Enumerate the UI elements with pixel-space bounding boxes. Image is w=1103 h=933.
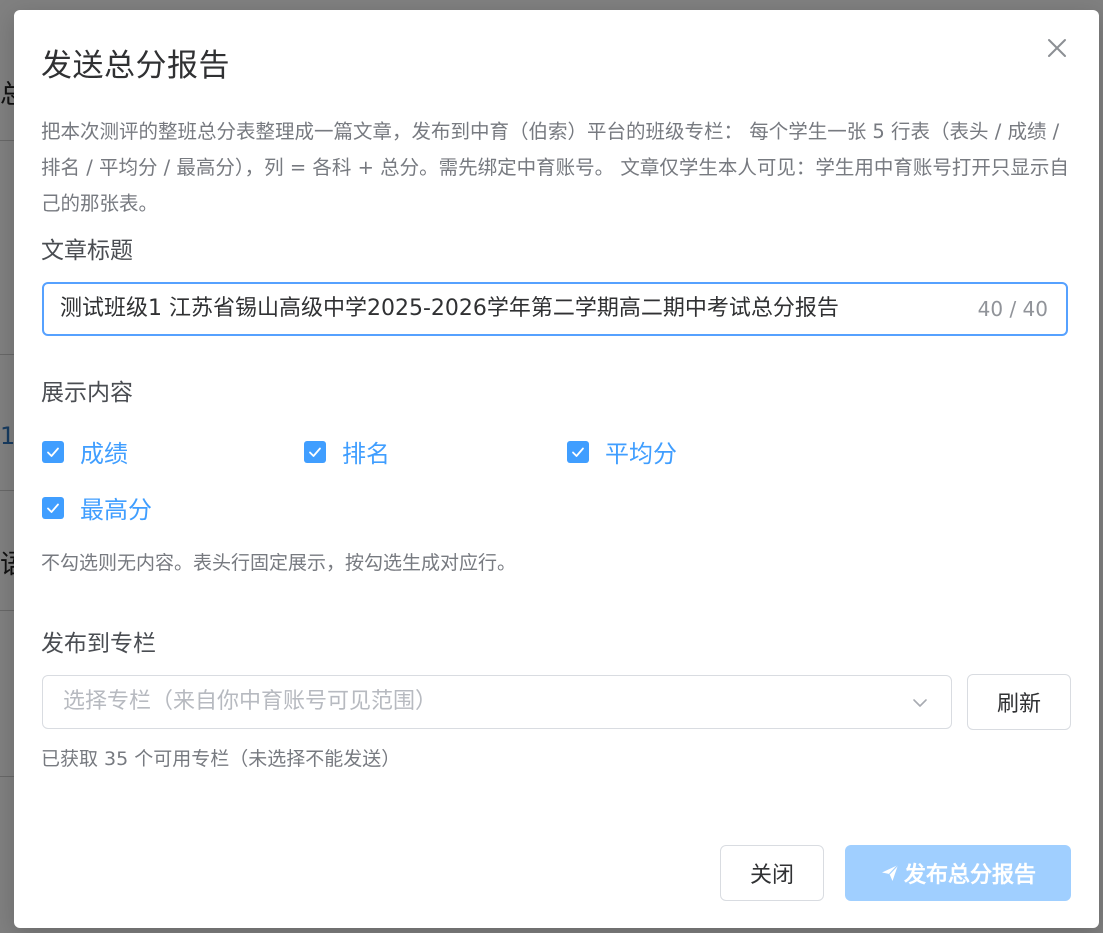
article-title-field[interactable]: 测试班级1 江苏省锡山高级中学2025-2026学年第二学期高二期中考试总分报告… (42, 282, 1068, 336)
column-select-placeholder[interactable]: 选择专栏（来自你中育账号可见范围） (63, 676, 437, 728)
checkbox-label[interactable]: 排名 (342, 434, 390, 469)
checkbox-label[interactable]: 成绩 (80, 434, 128, 469)
article-title-value[interactable]: 测试班级1 江苏省锡山高级中学2025-2026学年第二学期高二期中考试总分报告 (60, 284, 940, 334)
dialog-description: 把本次测评的整班总分表整理成一篇文章，发布到中育（伯索）平台的班级专栏： 每个学… (41, 120, 1069, 215)
article-title-label: 文章标题 (41, 238, 133, 264)
display-content-hint: 不勾选则无内容。表头行固定展示，按勾选生成对应行。 (41, 552, 517, 574)
publish-column-label: 发布到专栏 (41, 631, 156, 657)
checkbox-average[interactable]: 平均分 (567, 434, 677, 469)
checkmark-icon[interactable] (304, 440, 326, 463)
close-icon[interactable] (1045, 36, 1069, 60)
send-report-dialog: 发送总分报告 把本次测评的整班总分表整理成一篇文章，发布到中育（伯索）平台的班级… (14, 10, 1099, 928)
checkbox-max-score[interactable]: 最高分 (42, 490, 152, 525)
checkmark-icon[interactable] (42, 440, 64, 463)
display-content-label: 展示内容 (41, 380, 133, 406)
send-icon (881, 864, 899, 881)
checkbox-score[interactable]: 成绩 (42, 434, 128, 469)
checkbox-label[interactable]: 平均分 (605, 434, 677, 469)
chevron-down-icon[interactable] (911, 694, 929, 712)
publish-button-label[interactable]: 发布总分报告 (904, 857, 1036, 889)
checkmark-icon[interactable] (567, 440, 589, 463)
checkbox-rank[interactable]: 排名 (304, 434, 390, 469)
title-char-counter: 40 / 40 (977, 297, 1048, 321)
checkbox-label[interactable]: 最高分 (80, 490, 152, 525)
publish-report-button[interactable]: 发布总分报告 (845, 845, 1071, 901)
publish-column-hint: 已获取 35 个可用专栏（未选择不能发送） (41, 748, 401, 770)
refresh-button[interactable]: 刷新 (967, 674, 1071, 730)
dialog-title: 发送总分报告 (41, 48, 230, 84)
close-button[interactable]: 关闭 (720, 845, 824, 901)
column-select[interactable]: 选择专栏（来自你中育账号可见范围） (42, 675, 952, 729)
checkmark-icon[interactable] (42, 496, 64, 519)
